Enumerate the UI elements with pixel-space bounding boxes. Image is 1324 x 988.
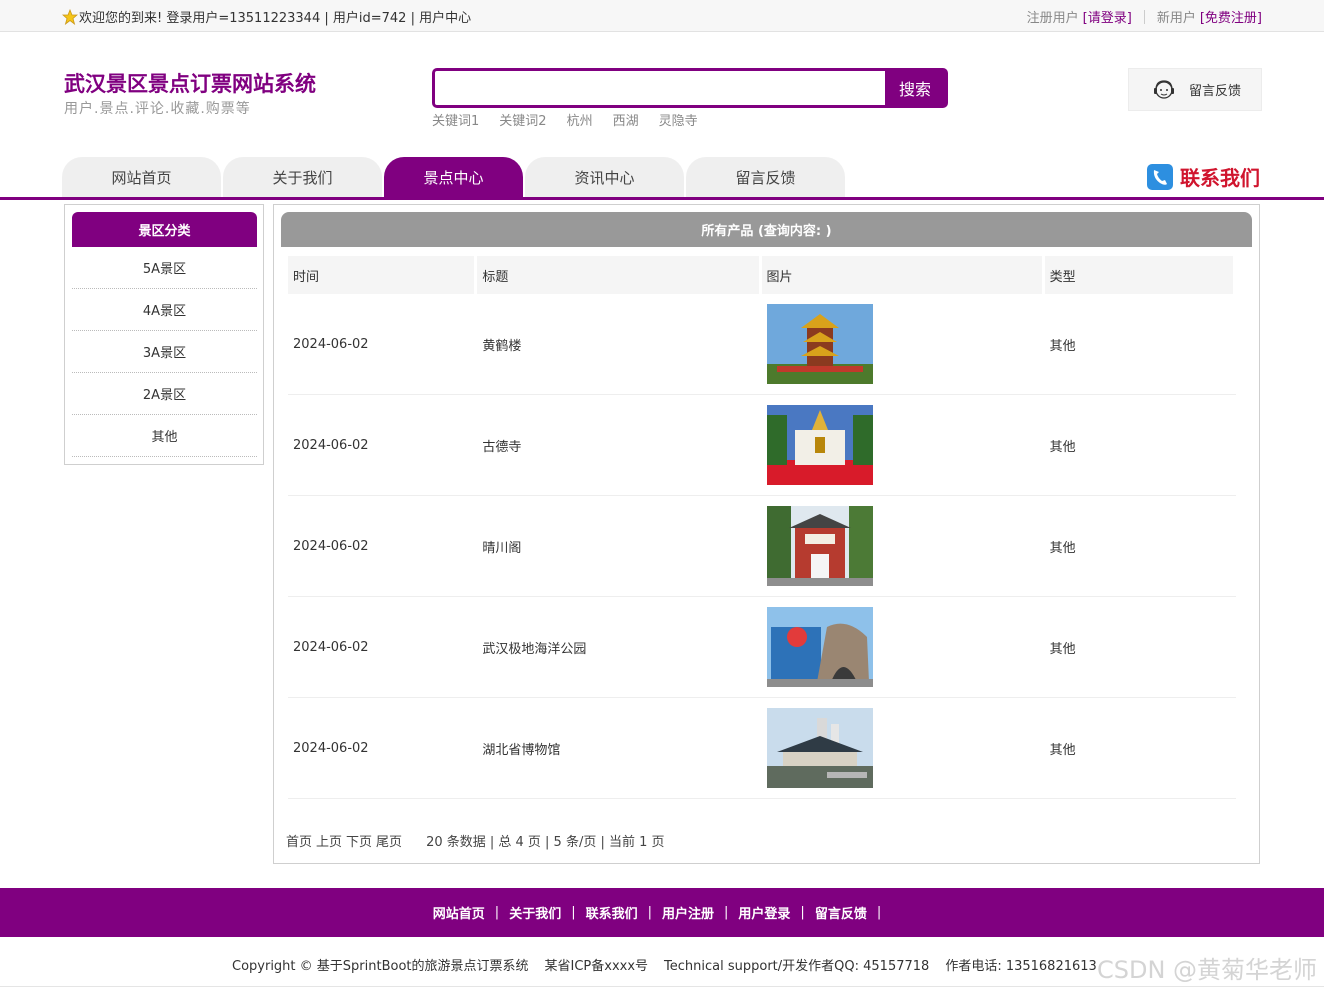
footer-link-contact[interactable]: 联系我们 (586, 903, 638, 922)
feedback-button[interactable]: 留言反馈 (1128, 68, 1262, 111)
attraction-thumbnail[interactable] (766, 708, 873, 788)
register-prefix: 注册用户 (1026, 11, 1079, 26)
attraction-thumbnail[interactable] (766, 607, 873, 687)
copyright-bar: Copyright © 基于SprintBoot的旅游景点订票系统 某省ICP备… (232, 955, 1097, 974)
nav-tab-news[interactable]: 资讯中心 (525, 157, 684, 197)
row-type: 其他 (1049, 540, 1076, 556)
phone-icon (1147, 163, 1173, 190)
row-date: 2024-06-02 (293, 336, 369, 352)
row-title[interactable]: 古德寺 (477, 436, 758, 455)
row-date: 2024-06-02 (293, 740, 369, 756)
product-panel: 所有产品 (查询内容: ) 时间 标题 图片 类型 2024-06-02 黄鹤楼 (273, 204, 1260, 864)
nav-tab-feedback[interactable]: 留言反馈 (686, 157, 845, 197)
table-row[interactable]: 2024-06-02 晴川阁 其他 (288, 496, 1236, 597)
login-link[interactable]: [请登录] (1083, 7, 1132, 26)
footer-link-about[interactable]: 关于我们 (509, 903, 561, 922)
copyright-text: Copyright © 基于SprintBoot的旅游景点订票系统 (232, 959, 529, 974)
bottom-divider (0, 986, 1324, 987)
row-title[interactable]: 黄鹤楼 (477, 335, 758, 354)
keyword-link[interactable]: 西湖 (613, 110, 639, 129)
sidebar-item-4a[interactable]: 4A景区 (72, 289, 257, 331)
column-header-type: 类型 (1044, 256, 1233, 294)
sidebar-item-2a[interactable]: 2A景区 (72, 373, 257, 415)
keyword-link[interactable]: 关键词2 (499, 110, 546, 129)
row-type: 其他 (1049, 439, 1076, 455)
keyword-link[interactable]: 灵隐寺 (659, 110, 698, 129)
search-box: 搜索 (432, 68, 948, 108)
row-type: 其他 (1049, 742, 1076, 758)
icp-text: 某省ICP备xxxx号 (544, 959, 649, 974)
auth-links: 注册用户 [请登录] 新用户 [免费注册] (1027, 7, 1262, 26)
product-table: 时间 标题 图片 类型 2024-06-02 黄鹤楼 其他 2024-06-02… (288, 256, 1236, 799)
search-input[interactable] (435, 71, 885, 105)
nav-tab-attractions[interactable]: 景点中心 (384, 157, 523, 197)
row-type: 其他 (1049, 641, 1076, 657)
contact-us[interactable]: 联系我们 (1146, 162, 1260, 191)
table-row[interactable]: 2024-06-02 黄鹤楼 其他 (288, 294, 1236, 395)
customer-service-icon (1154, 79, 1174, 99)
column-header-time: 时间 (288, 256, 475, 294)
star-icon (62, 8, 78, 25)
pager-first[interactable]: 首页 (286, 831, 312, 850)
contact-label: 联系我们 (1180, 166, 1260, 190)
footer-link-register[interactable]: 用户注册 (662, 903, 714, 922)
footer-link-home[interactable]: 网站首页 (433, 903, 485, 922)
site-title[interactable]: 武汉景区景点订票网站系统 (64, 68, 316, 98)
phone-text: 作者电话: 13516821613 (945, 959, 1097, 974)
attraction-thumbnail[interactable] (766, 506, 873, 586)
row-title[interactable]: 武汉极地海洋公园 (477, 638, 758, 657)
table-header: 时间 标题 图片 类型 (288, 256, 1236, 294)
welcome-area: 欢迎您的到来! 登录用户=13511223344 | 用户id=742 | 用户… (62, 7, 471, 26)
pager-next[interactable]: 下页 (346, 831, 372, 850)
welcome-text: 欢迎您的到来! 登录用户=13511223344 | 用户id=742 | 用户… (79, 11, 472, 26)
table-row[interactable]: 2024-06-02 武汉极地海洋公园 其他 (288, 597, 1236, 698)
footer-link-feedback[interactable]: 留言反馈 (815, 903, 867, 922)
attraction-thumbnail[interactable] (766, 304, 873, 384)
pager-prev[interactable]: 上页 (316, 831, 342, 850)
table-row[interactable]: 2024-06-02 古德寺 其他 (288, 395, 1236, 496)
pagination: 首页 上页 下页 尾页 20 条数据 | 总 4 页 | 5 条/页 | 当前 … (286, 831, 665, 850)
row-type: 其他 (1049, 338, 1076, 354)
nav-tab-home[interactable]: 网站首页 (62, 157, 221, 197)
keyword-link[interactable]: 杭州 (567, 110, 593, 129)
row-date: 2024-06-02 (293, 437, 369, 453)
row-date: 2024-06-02 (293, 639, 369, 655)
divider (1143, 9, 1145, 24)
row-date: 2024-06-02 (293, 538, 369, 554)
nav-tab-about[interactable]: 关于我们 (223, 157, 382, 197)
csdn-watermark: CSDN @黄菊华老师 (1097, 956, 1318, 984)
feedback-label: 留言反馈 (1189, 84, 1242, 99)
column-header-title: 标题 (477, 256, 759, 294)
column-header-image: 图片 (761, 256, 1042, 294)
sidebar-item-other[interactable]: 其他 (72, 415, 257, 457)
nav-divider (0, 197, 1324, 200)
top-bar: 欢迎您的到来! 登录用户=13511223344 | 用户id=742 | 用户… (0, 0, 1324, 32)
category-list: 5A景区 4A景区 3A景区 2A景区 其他 (72, 247, 257, 457)
panel-title: 所有产品 (查询内容: ) (281, 212, 1252, 247)
category-sidebar: 景区分类 5A景区 4A景区 3A景区 2A景区 其他 (64, 204, 264, 465)
footer-link-login[interactable]: 用户登录 (738, 903, 790, 922)
support-text: Technical support/开发作者QQ: 45157718 (664, 959, 930, 974)
footer-nav: 网站首页 | 关于我们 | 联系我们 | 用户注册 | 用户登录 | 留言反馈 | (0, 888, 1324, 937)
table-row[interactable]: 2024-06-02 湖北省博物馆 其他 (288, 698, 1236, 799)
sidebar-item-5a[interactable]: 5A景区 (72, 247, 257, 289)
row-title[interactable]: 晴川阁 (477, 537, 758, 556)
site-subtitle: 用户.景点.评论.收藏.购票等 (64, 101, 251, 117)
keyword-link[interactable]: 关键词1 (432, 110, 479, 129)
sidebar-title: 景区分类 (72, 212, 257, 247)
pager-info: 20 条数据 | 总 4 页 | 5 条/页 | 当前 1 页 (426, 835, 665, 850)
search-button[interactable]: 搜索 (885, 71, 945, 105)
hot-keywords: 关键词1 关键词2 杭州 西湖 灵隐寺 (432, 110, 698, 129)
sidebar-item-3a[interactable]: 3A景区 (72, 331, 257, 373)
attraction-thumbnail[interactable] (766, 405, 873, 485)
pager-last[interactable]: 尾页 (376, 831, 402, 850)
register-link[interactable]: [免费注册] (1200, 7, 1262, 26)
row-title[interactable]: 湖北省博物馆 (477, 739, 758, 758)
new-user-prefix: 新用户 (1156, 11, 1196, 26)
main-nav: 网站首页 关于我们 景点中心 资讯中心 留言反馈 (62, 157, 845, 197)
